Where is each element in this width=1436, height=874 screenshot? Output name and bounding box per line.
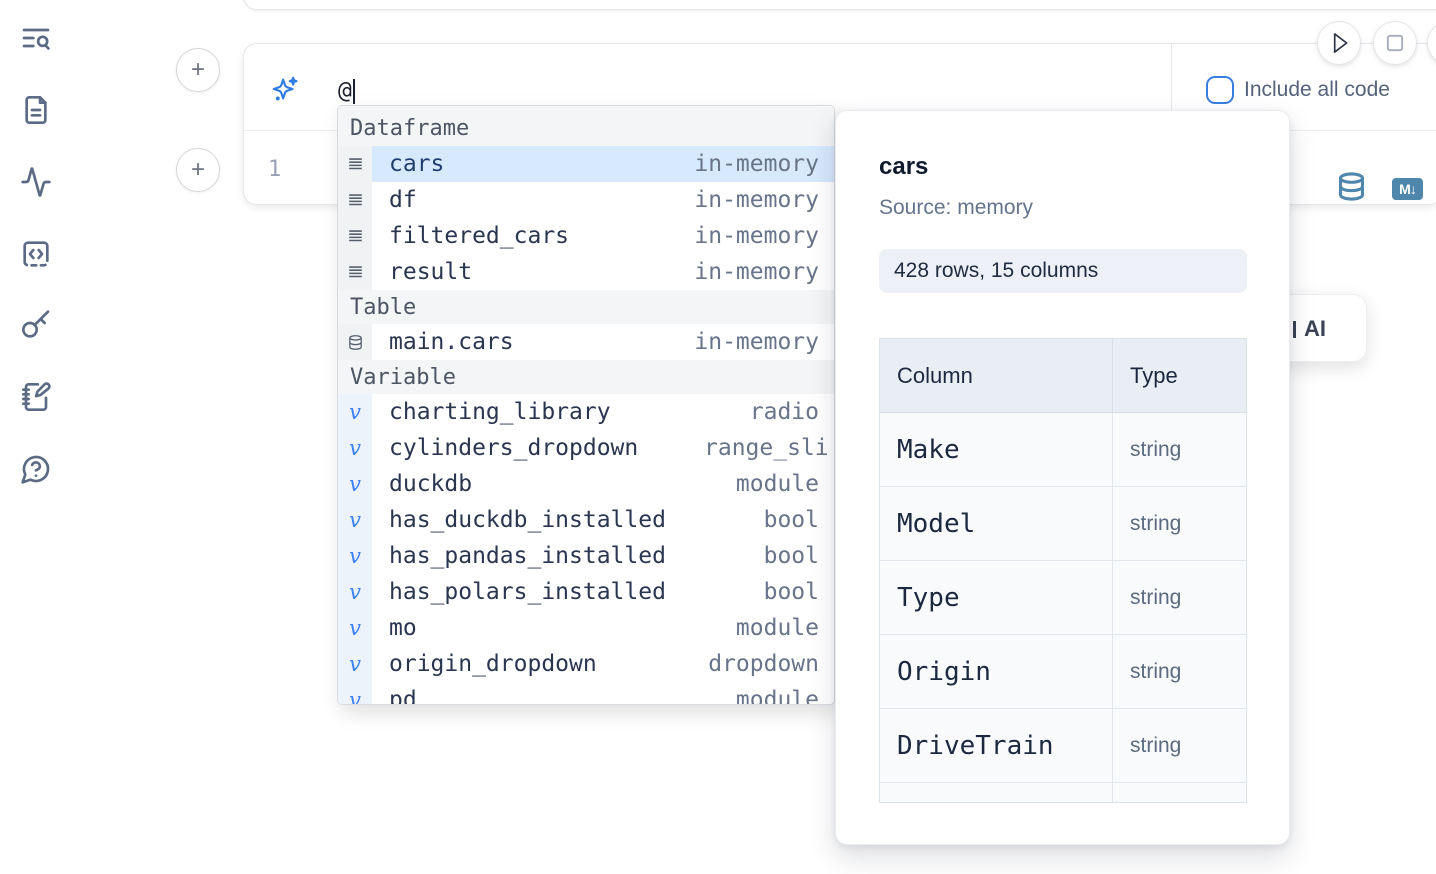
include-all-code-checkbox[interactable] [1206, 76, 1234, 104]
variable-icon: v [338, 646, 372, 682]
variable-icon: v [338, 574, 372, 610]
autocomplete-item-pd[interactable]: v pdmodule [338, 682, 834, 705]
schema-row: DriveTrain string [880, 709, 1246, 783]
autocomplete-item-origin-dropdown[interactable]: v origin_dropdowndropdown [338, 646, 834, 682]
variable-icon: v [338, 430, 372, 466]
autocomplete-item-filtered-cars[interactable]: filtered_carsin-memory [338, 218, 834, 254]
autocomplete-popup: Dataframe carsin-memory dfin-memory filt… [337, 105, 835, 705]
variable-icon: v [338, 682, 372, 705]
schema-row: Type string [880, 561, 1246, 635]
autocomplete-item-has-pandas-installed[interactable]: v has_pandas_installedbool [338, 538, 834, 574]
key-icon[interactable] [20, 309, 52, 341]
autocomplete-item-duckdb[interactable]: v duckdbmodule [338, 466, 834, 502]
variable-icon: v [338, 538, 372, 574]
autocomplete-item-has-polars-installed[interactable]: v has_polars_installedbool [338, 574, 834, 610]
include-all-code-label: Include all code [1244, 76, 1390, 104]
schema-row: Make string [880, 413, 1246, 487]
variable-icon: v [338, 394, 372, 430]
rows-icon [338, 254, 372, 290]
preview-source: Source: memory [879, 196, 1289, 220]
code-snippet-icon[interactable] [20, 238, 52, 270]
add-cell-above-button[interactable]: + [176, 48, 220, 92]
variable-icon: v [338, 466, 372, 502]
ai-prompt-input[interactable]: @ [338, 77, 355, 105]
file-document-icon[interactable] [20, 94, 52, 126]
schema-row [880, 783, 1246, 803]
stop-icon [1374, 21, 1416, 65]
autocomplete-item-has-duckdb-installed[interactable]: v has_duckdb_installedbool [338, 502, 834, 538]
autocomplete-item-result[interactable]: resultin-memory [338, 254, 834, 290]
add-cell-below-button[interactable]: + [176, 148, 220, 192]
search-toc-icon[interactable] [20, 22, 52, 54]
autocomplete-item-cylinders-dropdown[interactable]: v cylinders_dropdownrange_sli [338, 430, 834, 466]
rows-icon [338, 218, 372, 254]
database-icon[interactable] [1336, 171, 1367, 202]
rows-icon [338, 146, 372, 182]
sparkles-icon [270, 74, 300, 104]
stop-button[interactable] [1373, 21, 1417, 65]
database-icon [338, 324, 372, 360]
section-header-dataframe: Dataframe [338, 106, 834, 146]
notebook-edit-icon[interactable] [20, 381, 52, 413]
variable-icon: v [338, 502, 372, 538]
schema-row: Origin string [880, 635, 1246, 709]
preview-title: cars [879, 153, 1289, 181]
autocomplete-item-main-cars[interactable]: main.carsin-memory [338, 324, 834, 360]
schema-row: Model string [880, 487, 1246, 561]
section-header-variable: Variable [338, 360, 834, 394]
schema-table: Column Type Make string Model string Typ… [879, 338, 1247, 803]
shape-badge: 428 rows, 15 columns [879, 249, 1247, 293]
help-chat-icon[interactable] [20, 453, 52, 485]
autocomplete-item-charting-library[interactable]: v charting_libraryradio [338, 394, 834, 430]
autocomplete-item-mo[interactable]: v momodule [338, 610, 834, 646]
section-header-table: Table [338, 290, 834, 324]
previous-cell-edge [243, 0, 1436, 10]
autocomplete-item-cars[interactable]: carsin-memory [338, 146, 834, 182]
clipped-letter [1293, 321, 1296, 338]
run-cell-button[interactable] [1317, 21, 1361, 65]
play-icon [1318, 21, 1360, 65]
activity-icon[interactable] [20, 166, 52, 198]
autocomplete-item-df[interactable]: dfin-memory [338, 182, 834, 218]
rows-icon [338, 182, 372, 218]
dataframe-preview-panel: cars Source: memory 428 rows, 15 columns… [835, 110, 1290, 845]
schema-header-row: Column Type [880, 339, 1246, 413]
variable-icon: v [338, 610, 372, 646]
text-cursor [353, 79, 355, 104]
markdown-icon[interactable]: M↓ [1392, 178, 1423, 200]
line-number: 1 [268, 157, 281, 182]
